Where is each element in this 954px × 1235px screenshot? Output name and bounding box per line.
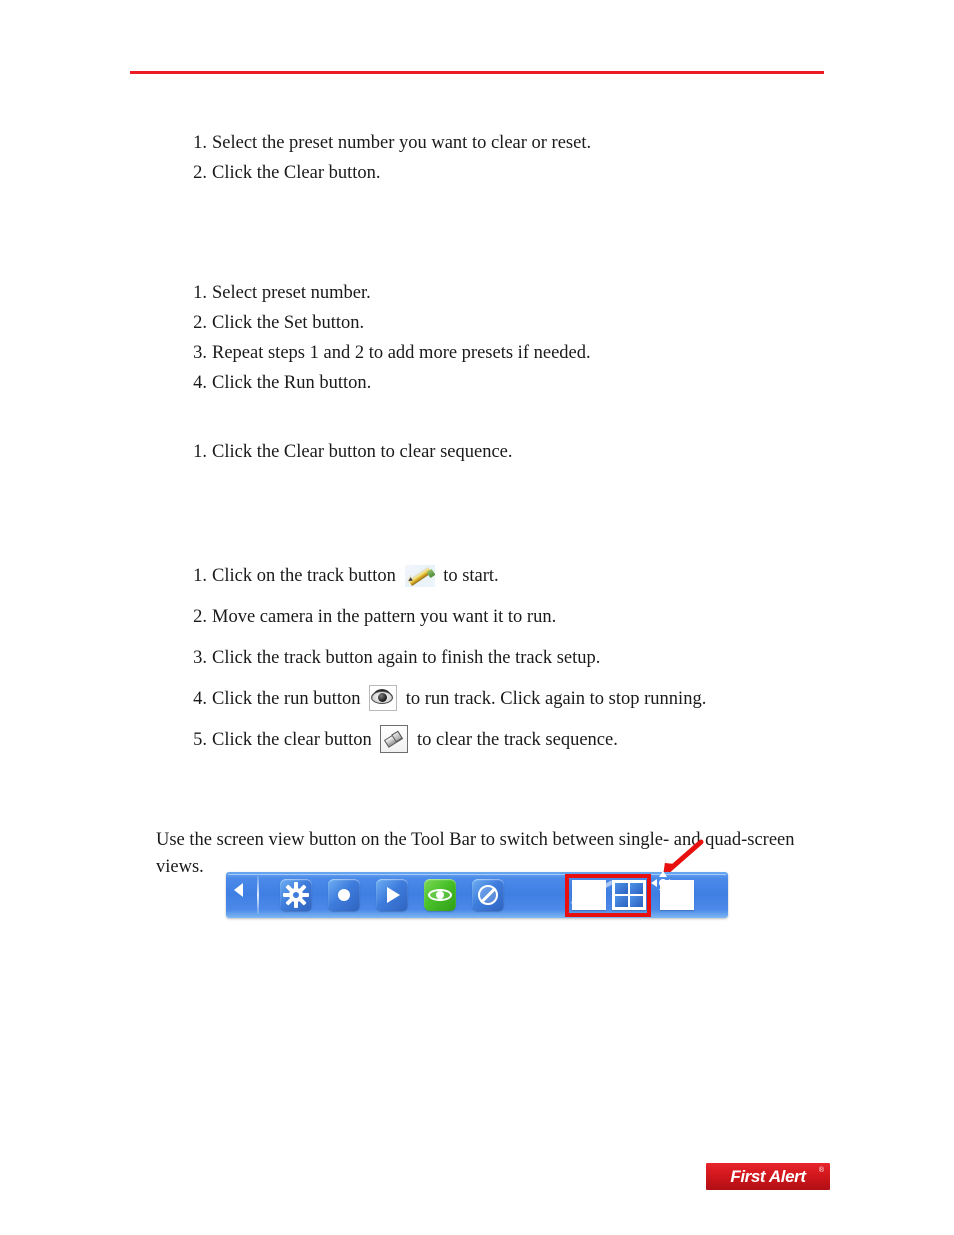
header-rule <box>130 71 824 74</box>
ptz-control-button[interactable] <box>651 871 694 910</box>
circle-slash-icon <box>472 879 504 911</box>
list-text: Click the run button <box>212 689 361 709</box>
gear-icon <box>280 879 312 911</box>
first-alert-logo: First Alert ® <box>706 1163 830 1190</box>
list-item: 3. Click the track button again to finis… <box>185 640 706 676</box>
preview-button[interactable] <box>424 879 456 911</box>
toolbar-highlight-line <box>228 874 726 875</box>
list-item: 4. Click the Run button. <box>185 368 591 398</box>
list-item: 1. Click on the track button to start. <box>185 558 706 594</box>
tool-bar <box>226 871 728 918</box>
tool-bar-background <box>226 871 728 918</box>
eraser-icon <box>380 725 409 753</box>
list-text-after: to clear the track sequence. <box>417 730 618 750</box>
screen-view-highlight-box <box>565 874 651 917</box>
list-text: Select the preset number you want to cle… <box>212 133 592 153</box>
collapse-arrow-icon[interactable] <box>234 883 243 897</box>
toolbar-divider <box>257 876 259 914</box>
list-number: 1. <box>193 133 207 153</box>
list-number: 2. <box>193 607 207 627</box>
list-number: 1. <box>193 442 207 462</box>
list-text: Click the Clear button. <box>212 163 381 183</box>
list-number: 4. <box>193 373 207 393</box>
document-page: 1. Select the preset number you want to … <box>0 0 954 1235</box>
list-number: 3. <box>193 343 207 363</box>
preset-sequence-steps: 1. Select preset number. 2. Click the Se… <box>185 278 591 398</box>
settings-button[interactable] <box>280 879 312 911</box>
clear-sequence-steps: 1. Click the Clear button to clear seque… <box>185 437 513 467</box>
list-item: 2. Click the Clear button. <box>185 158 591 188</box>
list-number: 2. <box>193 163 207 183</box>
list-number: 1. <box>193 283 207 303</box>
list-number: 4. <box>193 689 207 709</box>
list-text: Click the track button again to finish t… <box>212 648 601 668</box>
list-text: Click the Clear button to clear sequence… <box>212 442 513 462</box>
logo-text: First Alert <box>730 1166 806 1186</box>
list-text: Click on the track button <box>212 566 396 586</box>
list-number: 3. <box>193 648 207 668</box>
list-number: 2. <box>193 313 207 333</box>
list-text: Repeat steps 1 and 2 to add more presets… <box>212 343 591 363</box>
list-text: Move camera in the pattern you want it t… <box>212 607 557 627</box>
logo-trademark: ® <box>818 1167 824 1174</box>
privacy-mask-button[interactable] <box>472 879 504 911</box>
play-button[interactable] <box>376 879 408 911</box>
eye-icon <box>424 879 456 911</box>
list-item: 2. Move camera in the pattern you want i… <box>185 599 706 635</box>
list-text: Click the clear button <box>212 730 372 750</box>
record-dot-icon <box>328 879 360 911</box>
list-text: Click the Run button. <box>212 373 372 393</box>
pencil-icon <box>404 565 435 587</box>
list-item: 5. Click the clear button to clear the t… <box>185 722 706 758</box>
list-item: 1. Click the Clear button to clear seque… <box>185 437 513 467</box>
list-item: 3. Repeat steps 1 and 2 to add more pres… <box>185 338 591 368</box>
list-item: 1. Select preset number. <box>185 278 591 308</box>
list-text: Click the Set button. <box>212 313 365 333</box>
play-icon <box>376 879 408 911</box>
record-button[interactable] <box>328 879 360 911</box>
list-item: 4. Click the run button to run track. Cl… <box>185 681 706 717</box>
list-text-after: to run track. Click again to stop runnin… <box>405 689 707 709</box>
track-steps: 1. Click on the track button to start. 2… <box>185 558 706 763</box>
eye-icon <box>369 685 398 711</box>
clear-preset-steps: 1. Select the preset number you want to … <box>185 128 591 188</box>
list-item: 1. Select the preset number you want to … <box>185 128 591 158</box>
list-item: 2. Click the Set button. <box>185 308 591 338</box>
list-text-after: to start. <box>443 566 499 586</box>
list-number: 5. <box>193 730 207 750</box>
list-text: Select preset number. <box>212 283 371 303</box>
list-number: 1. <box>193 566 207 586</box>
